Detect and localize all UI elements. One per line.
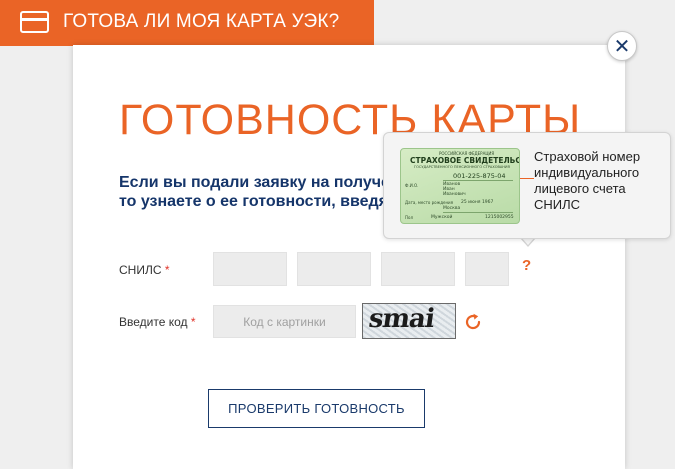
snils-label: СНИЛС * — [119, 263, 170, 277]
card-fio-label: Ф.И.О. — [405, 183, 419, 188]
captcha-label: Введите код * — [119, 315, 196, 329]
snils-input-1[interactable] — [213, 252, 287, 286]
close-icon: ✕ — [613, 35, 631, 58]
tooltip-pointer-line — [520, 178, 534, 179]
refresh-icon[interactable] — [463, 312, 483, 332]
card-sex-label: Пол — [405, 215, 414, 220]
intro-text: Если вы подали заявку на получение карты… — [119, 173, 419, 213]
card-number: 001-225-875-04 — [453, 172, 506, 180]
snils-input-4[interactable] — [465, 252, 509, 286]
snils-card-image: РОССИЙСКАЯ ФЕДЕРАЦИЯ СТРАХОВОЕ СВИДЕТЕЛЬ… — [400, 148, 520, 224]
captcha-image: smai — [362, 303, 456, 339]
card-fio: Иванов Иван Иванович — [443, 182, 466, 197]
card-birth-date: 25 июня 1967 — [461, 200, 494, 205]
close-button[interactable]: ✕ — [607, 31, 637, 61]
intro-line-2: то узнаете о ее готовности, введя СНИЛС — [119, 193, 419, 210]
tooltip-arrow — [520, 237, 536, 247]
card-birth-label: Дата, место рождения — [405, 200, 454, 205]
top-banner[interactable]: ГОТОВА ЛИ МОЯ КАРТА УЭК? — [0, 0, 374, 46]
captcha-input[interactable] — [213, 305, 356, 338]
check-readiness-button[interactable]: ПРОВЕРИТЬ ГОТОВНОСТЬ — [208, 389, 425, 428]
snils-help-icon[interactable]: ? — [522, 257, 531, 274]
card-rule-2 — [443, 212, 513, 213]
snils-input-2[interactable] — [297, 252, 371, 286]
card-sex: Мужской — [431, 215, 453, 220]
tooltip-text: Страховой номер индивидуального лицевого… — [534, 149, 641, 212]
card-rule-1 — [443, 180, 513, 181]
required-mark: * — [190, 315, 196, 329]
captcha-text: smai — [366, 304, 436, 334]
snils-tooltip: РОССИЙСКАЯ ФЕДЕРАЦИЯ СТРАХОВОЕ СВИДЕТЕЛЬ… — [383, 132, 671, 239]
intro-line-1: Если вы подали заявку на получение карты… — [119, 174, 419, 191]
card-icon — [20, 11, 49, 33]
banner-title: ГОТОВА ЛИ МОЯ КАРТА УЭК? — [63, 11, 340, 32]
required-mark: * — [164, 263, 170, 277]
card-issued: 1215002955 — [485, 215, 514, 220]
card-birth-place: Москва — [443, 206, 461, 211]
card-header-title: СТРАХОВОЕ СВИДЕТЕЛЬСТВО — [410, 156, 519, 165]
card-header-sub: ГОСУДАРСТВЕННОГО ПЕНСИОННОГО СТРАХОВАНИЯ — [414, 165, 510, 169]
snils-input-3[interactable] — [381, 252, 455, 286]
